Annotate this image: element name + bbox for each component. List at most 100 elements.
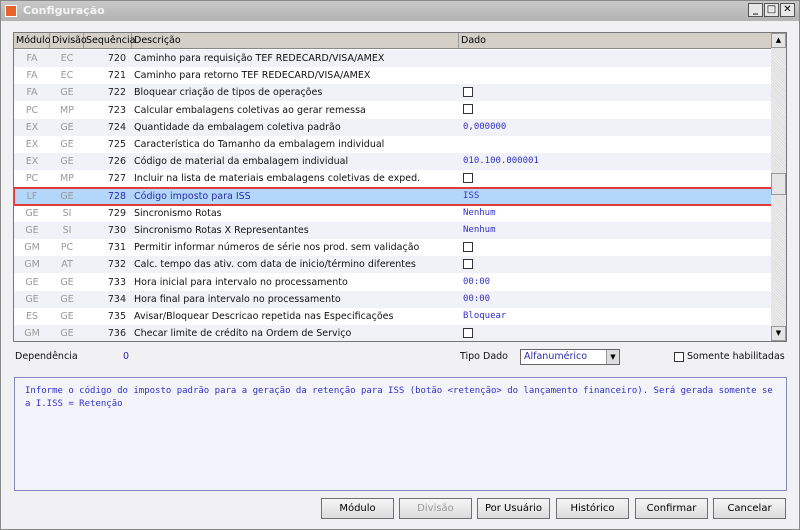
cell-modulo: ES <box>25 311 39 322</box>
table-row[interactable]: EX GE 725 Característica do Tamanho da e… <box>14 136 772 153</box>
table-row[interactable]: EX GE 724 Quantidade da embalagem coleti… <box>14 118 772 136</box>
col-modulo[interactable]: Módulo <box>14 33 51 48</box>
table-row[interactable]: GM GE 736 Checar limite de crédito na Or… <box>14 325 772 341</box>
historico-button[interactable]: Histórico <box>556 498 629 519</box>
cell-dado[interactable] <box>459 170 772 187</box>
cell-sequencia: 722 <box>107 87 126 99</box>
cell-sequencia: 727 <box>107 173 126 185</box>
cell-sequencia: 726 <box>107 156 126 168</box>
cell-divisao: MP <box>60 173 74 185</box>
checkbox-icon[interactable] <box>674 351 684 362</box>
checkbox-icon[interactable] <box>463 86 473 97</box>
table-row[interactable]: GM AT 732 Calc. tempo das ativ. com data… <box>14 256 772 274</box>
col-descricao[interactable]: Descrição <box>132 33 459 48</box>
cell-modulo: GE <box>25 276 39 288</box>
scroll-thumb[interactable] <box>771 173 786 195</box>
cell-dado[interactable]: ISS <box>459 188 772 205</box>
tipo-dado-select[interactable]: Alfanumérico ▼ <box>520 349 620 365</box>
vertical-scrollbar[interactable]: ▲ ▼ <box>771 33 786 341</box>
cell-dado[interactable]: 00:00 <box>459 291 772 308</box>
cell-dado[interactable]: Bloquear <box>459 308 772 325</box>
cell-divisao: GE <box>60 139 74 150</box>
cell-modulo: GM <box>24 259 40 271</box>
window-title: Configuração <box>23 4 105 17</box>
col-sequencia[interactable]: Sequência <box>84 33 135 48</box>
cell-dado[interactable]: 010.100.000001 <box>459 153 772 170</box>
minimize-button[interactable]: _ <box>748 3 763 17</box>
table-row[interactable]: GM PC 731 Permitir informar números de s… <box>14 239 772 256</box>
table-row[interactable]: GE SI 729 Sincronismo Rotas Nenhum <box>14 205 772 222</box>
scroll-down-button[interactable]: ▼ <box>771 326 786 341</box>
cell-dado[interactable] <box>459 67 772 84</box>
cell-dado[interactable] <box>459 102 772 119</box>
cell-divisao: EC <box>60 70 74 82</box>
cell-descricao: Hora final para intervalo no processamen… <box>134 293 341 305</box>
cell-sequencia: 724 <box>107 121 126 133</box>
cell-sequencia: 720 <box>107 53 126 64</box>
cell-dado[interactable] <box>459 136 772 153</box>
chevron-down-icon[interactable]: ▼ <box>606 350 619 364</box>
cell-sequencia: 730 <box>107 225 126 236</box>
cell-divisao: GE <box>60 328 74 340</box>
cell-descricao: Quantidade da embalagem coletiva padrão <box>134 121 341 133</box>
table-row[interactable]: GE GE 734 Hora final para intervalo no p… <box>14 290 772 308</box>
cell-descricao: Sincronismo Rotas <box>134 207 222 219</box>
tipo-dado-value: Alfanumérico <box>524 351 588 362</box>
col-divisao[interactable]: Divisão <box>50 33 87 48</box>
cell-dado[interactable]: Nenhum <box>459 205 772 222</box>
cell-sequencia: 728 <box>107 190 126 202</box>
table-row[interactable]: PC MP 727 Incluir na lista de materiais … <box>14 170 772 187</box>
cell-sequencia: 731 <box>107 242 126 254</box>
checkbox-icon[interactable] <box>463 327 473 338</box>
checkbox-icon[interactable] <box>463 258 473 269</box>
config-grid: Módulo Divisão Sequência Descrição Dado … <box>13 32 787 342</box>
checkbox-icon[interactable] <box>463 172 473 183</box>
checkbox-icon[interactable] <box>463 241 473 252</box>
divisao-button[interactable]: Divisão <box>399 498 472 519</box>
cell-sequencia: 733 <box>107 276 126 288</box>
cell-dado[interactable] <box>459 50 772 67</box>
table-row[interactable]: ES GE 735 Avisar/Bloquear Descricao repe… <box>14 308 772 325</box>
cell-dado[interactable]: Nenhum <box>459 222 772 239</box>
cell-dado[interactable] <box>459 239 772 256</box>
cell-sequencia: 736 <box>107 328 126 340</box>
cell-sequencia: 735 <box>107 311 126 322</box>
scroll-up-button[interactable]: ▲ <box>771 33 786 48</box>
app-icon <box>5 5 17 17</box>
close-button[interactable]: ✕ <box>780 3 795 17</box>
maximize-button[interactable]: □ <box>764 3 779 17</box>
somente-habilitadas-checkbox[interactable]: Somente habilitadas <box>674 351 785 362</box>
cell-dado[interactable]: 00:00 <box>459 274 772 291</box>
table-row[interactable]: EX GE 726 Código de material da embalage… <box>14 153 772 171</box>
cell-dado[interactable]: 0,000000 <box>459 119 772 136</box>
cell-modulo: EX <box>25 121 39 133</box>
cancelar-button[interactable]: Cancelar <box>713 498 786 519</box>
table-row[interactable]: PC MP 723 Calcular embalagens coletivas … <box>14 102 772 119</box>
cell-divisao: GE <box>60 121 74 133</box>
cell-modulo: EX <box>25 156 39 168</box>
cell-dado[interactable] <box>459 325 772 341</box>
modulo-button[interactable]: Módulo <box>321 498 394 519</box>
cell-sequencia: 723 <box>107 104 126 116</box>
cell-descricao: Característica do Tamanho da embalagem i… <box>134 139 385 150</box>
table-row[interactable]: GE GE 733 Hora inicial para intervalo no… <box>14 274 772 291</box>
checkbox-icon[interactable] <box>463 104 473 115</box>
cell-descricao: Código imposto para ISS <box>134 190 251 202</box>
tipo-dado-label: Tipo Dado <box>460 351 508 362</box>
por-usuario-button[interactable]: Por Usuário <box>477 498 550 519</box>
col-dado[interactable]: Dado <box>459 33 772 48</box>
table-row[interactable]: FA EC 720 Caminho para requisição TEF RE… <box>14 50 772 67</box>
cell-modulo: GE <box>25 207 39 219</box>
cell-descricao: Sincronismo Rotas X Representantes <box>134 225 309 236</box>
cell-descricao: Incluir na lista de materiais embalagens… <box>134 173 421 185</box>
cell-descricao: Caminho para retorno TEF REDECARD/VISA/A… <box>134 70 371 82</box>
cell-dado[interactable] <box>459 256 772 273</box>
confirmar-button[interactable]: Confirmar <box>635 498 708 519</box>
cell-dado[interactable] <box>459 84 772 101</box>
table-row[interactable]: FA GE 722 Bloquear criação de tipos de o… <box>14 84 772 102</box>
table-row[interactable]: LF GE 728 Código imposto para ISS ISS <box>14 186 773 206</box>
table-row[interactable]: GE SI 730 Sincronismo Rotas X Representa… <box>14 222 772 239</box>
cell-divisao: GE <box>60 311 74 322</box>
table-row[interactable]: FA EC 721 Caminho para retorno TEF REDEC… <box>14 67 772 84</box>
cell-divisao: AT <box>61 259 73 271</box>
